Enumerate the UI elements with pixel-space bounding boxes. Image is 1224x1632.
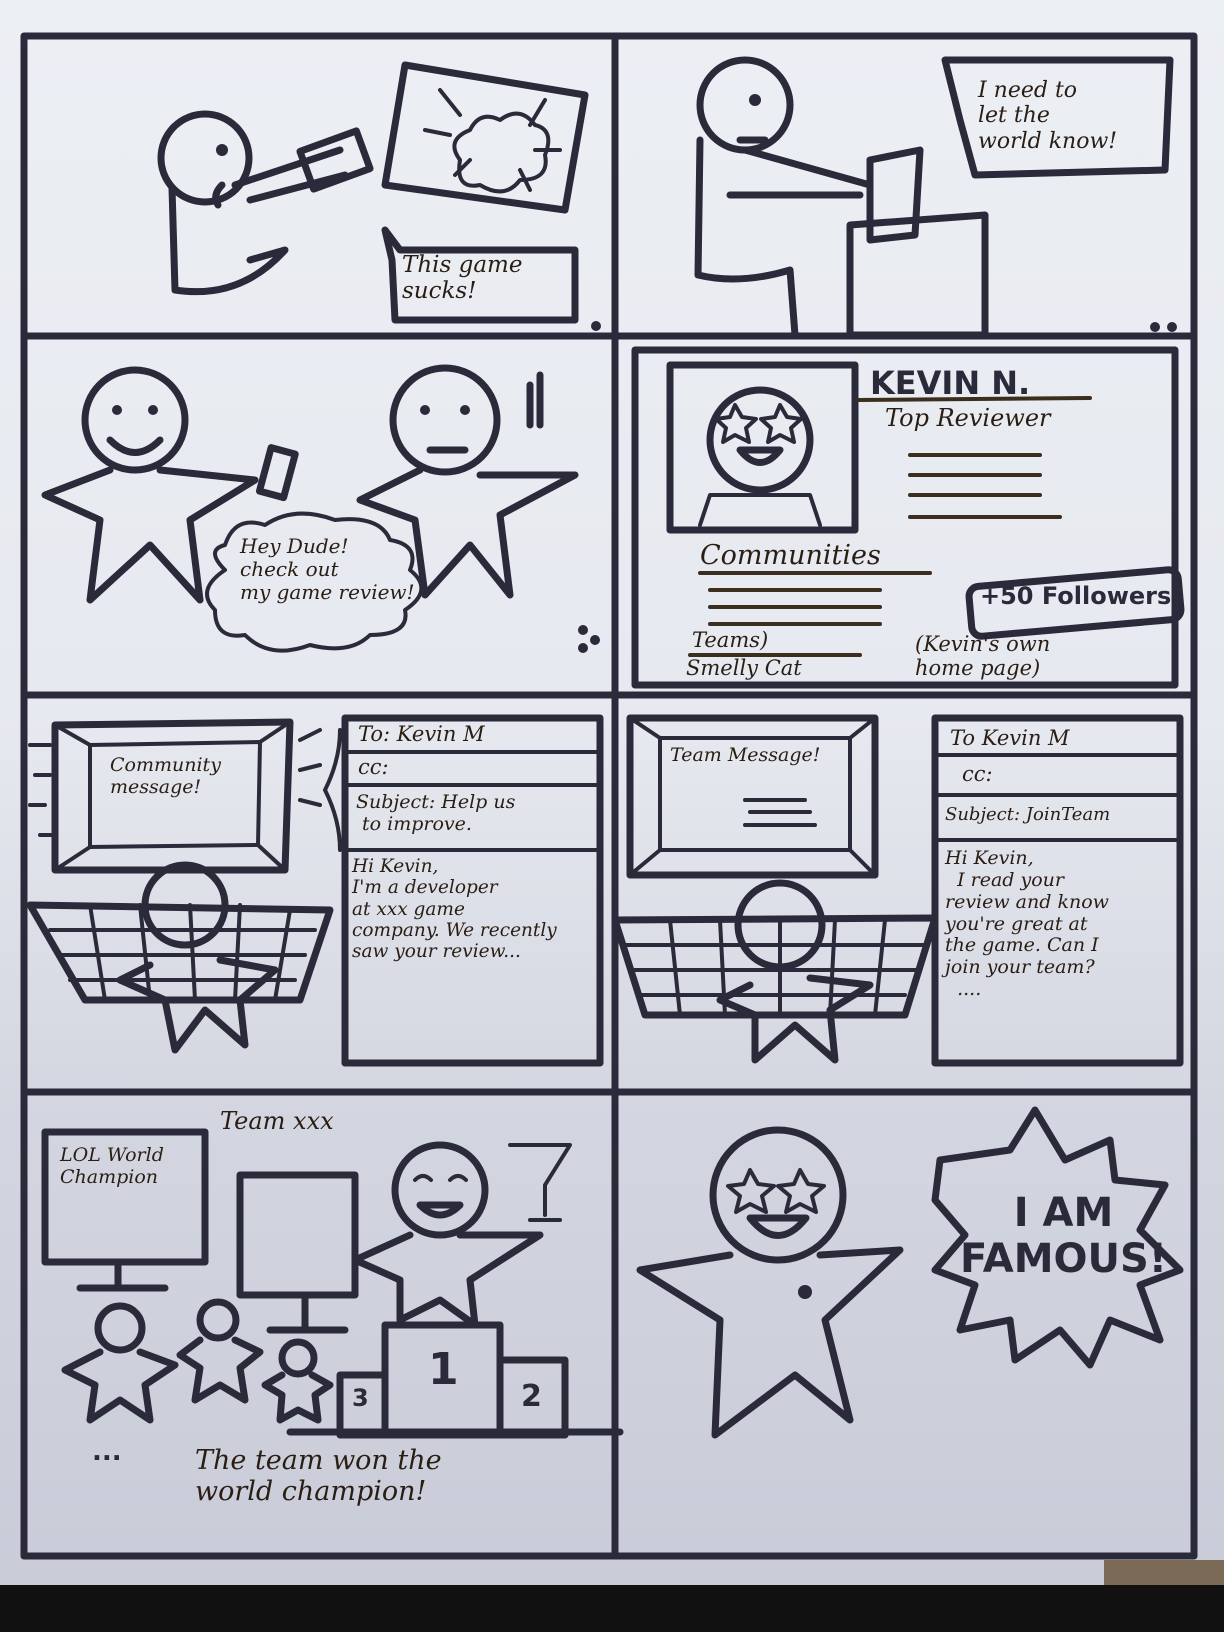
email-subject-field: Subject: Help us to improve. [356, 791, 516, 835]
podium-third: 3 [352, 1384, 369, 1412]
email-to-field-2: To Kevin M [950, 726, 1070, 750]
team-label: Team xxx [220, 1107, 334, 1135]
podium-second: 2 [521, 1379, 542, 1414]
email-subject-field-2: Subject: JoinTeam [945, 804, 1111, 825]
team-won-caption: The team won the world champion! [195, 1445, 442, 1508]
profile-role: Top Reviewer [885, 404, 1051, 432]
panel-3-art [41, 364, 600, 653]
speech-bubble-game-sucks: This game sucks! [402, 252, 523, 305]
team-message-screen: Team Message! [670, 744, 821, 766]
profile-name: KEVIN N. [870, 364, 1031, 402]
i-am-famous-shout: I AM FAMOUS! [960, 1190, 1168, 1282]
profile-communities-heading: Communities [700, 540, 881, 571]
ellipsis: ... [92, 1437, 122, 1467]
speech-bubble-check-review: Hey Dude! check out my game review! [240, 534, 415, 604]
community-message-screen: Community message! [110, 754, 221, 798]
email-to-field: To: Kevin M [358, 722, 485, 746]
speech-bubble-let-world-know: I need to let the world know! [978, 78, 1118, 154]
email-cc-field-2: cc: [962, 762, 993, 786]
email-body-2: Hi Kevin, I read your review and know yo… [945, 847, 1109, 1001]
podium-first: 1 [428, 1344, 459, 1395]
panel-1-art [157, 61, 601, 331]
email-body: Hi Kevin, I'm a developer at xxx game co… [352, 856, 557, 963]
profile-team-name: Smelly Cat [686, 656, 802, 680]
profile-note: (Kevin's own home page) [915, 632, 1051, 681]
champion-monitor-text: LOL World Champion [60, 1144, 164, 1188]
profile-teams-label: Teams) [692, 628, 769, 652]
followers-badge: +50 Followers [980, 582, 1172, 610]
email-cc-field: cc: [358, 755, 389, 779]
